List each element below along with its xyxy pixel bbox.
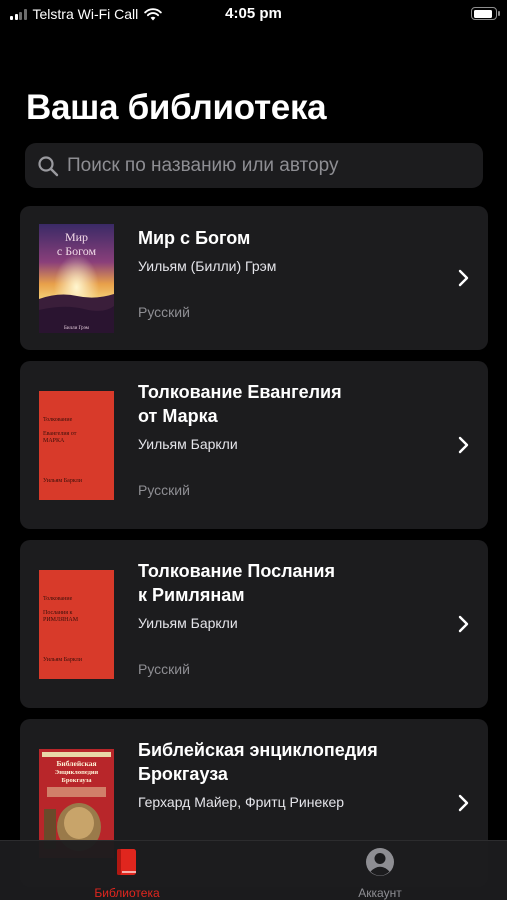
chevron-right-icon [458, 615, 469, 633]
cover-text-3: Брокгауза [62, 777, 93, 784]
book-author: Уильям (Билли) Грэм [138, 258, 277, 274]
chevron-right-icon [458, 794, 469, 812]
cover-text-2: Энциклопедия [55, 769, 99, 776]
book-language: Русский [138, 661, 190, 677]
book-language: Русский [138, 482, 190, 498]
cover-author: Билли Грэм [64, 326, 90, 331]
carrier-label: Telstra Wi-Fi Call [32, 6, 139, 22]
book-title-line1: Толкование Евангелия [138, 382, 342, 402]
book-title-line1: Библейская энциклопедия [138, 740, 378, 760]
book-card[interactable]: Толкование Евангелия от МАРКА Уильям Бар… [20, 361, 488, 529]
cover-text-1: Библейская [56, 759, 96, 768]
book-title: Мир с Богом [138, 226, 438, 250]
book-author: Уильям Баркли [138, 615, 238, 631]
book-cover-image: Мир с Богом Билли Грэм [39, 224, 114, 333]
tab-account[interactable]: Аккаунт [305, 847, 455, 900]
cover-text-1: Толкование [43, 596, 73, 602]
battery-icon [471, 7, 500, 20]
book-title-line2: Брокгауза [138, 764, 228, 784]
cover-text-3: МАРКА [43, 438, 65, 444]
tab-account-label: Аккаунт [358, 886, 402, 900]
cover-title-line1: Мир [65, 230, 88, 244]
battery-level [473, 9, 492, 18]
book-title-line1: Мир с Богом [138, 228, 251, 248]
cover-text-4: Уильям Баркли [43, 657, 82, 663]
status-left: Telstra Wi-Fi Call [10, 6, 163, 22]
cover-text-2: Послания к [43, 610, 73, 616]
search-bar[interactable] [25, 143, 483, 188]
book-title-line1: Толкование Послания [138, 561, 335, 581]
cover-text-2: Евангелия от [43, 431, 77, 437]
book-title: Толкование Евангелия от Марка [138, 380, 438, 428]
book-cover-image: Толкование Евангелия от МАРКА Уильям Бар… [39, 391, 114, 500]
search-input[interactable] [67, 154, 467, 177]
book-icon [117, 849, 136, 875]
search-icon [38, 155, 59, 176]
book-card[interactable]: Толкование Послания к РИМЛЯНАМ Уильям Ба… [20, 540, 488, 708]
tab-library-label: Библиотека [94, 886, 160, 900]
tab-library[interactable]: Библиотека [52, 847, 202, 900]
cover-text-3: РИМЛЯНАМ [43, 617, 79, 623]
book-author: Герхард Майер, Фритц Ринекер [138, 794, 345, 810]
tab-bar: Библиотека Аккаунт [0, 840, 507, 900]
book-list: Мир с Богом Билли Грэм Мир с Богом Уилья… [20, 206, 488, 898]
chevron-right-icon [458, 269, 469, 287]
book-cover-image: Толкование Послания к РИМЛЯНАМ Уильям Ба… [39, 570, 114, 679]
book-title: Толкование Послания к Римлянам [138, 559, 438, 607]
cover-text-4: Уильям Баркли [43, 478, 82, 484]
page-title: Ваша библиотека [26, 88, 327, 127]
chevron-right-icon [458, 436, 469, 454]
book-title: Библейская энциклопедия Брокгауза [138, 738, 438, 786]
book-author: Уильям Баркли [138, 436, 238, 452]
book-card[interactable]: Мир с Богом Билли Грэм Мир с Богом Уилья… [20, 206, 488, 350]
status-bar: Telstra Wi-Fi Call 4:05 pm [0, 0, 507, 28]
person-circle-icon [366, 848, 394, 876]
cover-title-line2: с Богом [57, 244, 97, 258]
book-language: Русский [138, 304, 190, 320]
wifi-icon [144, 7, 163, 20]
cover-text-1: Толкование [43, 417, 73, 423]
cellular-signal-icon [10, 8, 27, 20]
book-title-line2: от Марка [138, 406, 218, 426]
book-title-line2: к Римлянам [138, 585, 245, 605]
